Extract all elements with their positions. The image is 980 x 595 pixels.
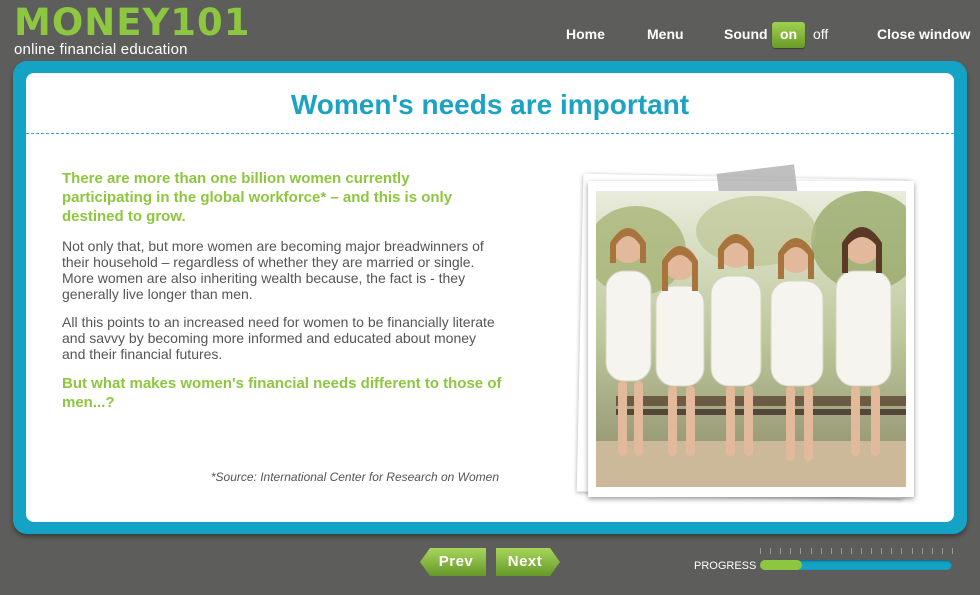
progress-tick (810, 548, 812, 554)
content-frame: Women's needs are important There are mo… (13, 61, 967, 534)
progress-tick (800, 548, 802, 554)
page-title: Women's needs are important (290, 89, 690, 120)
body-paragraph-2: All this points to an increased need for… (62, 314, 495, 362)
progress-tick (830, 548, 832, 554)
progress-label: PROGRESS (694, 560, 757, 572)
home-link[interactable]: Home (566, 26, 605, 42)
progress-ticks (760, 548, 953, 554)
progress-tick (850, 548, 852, 554)
content-panel: Women's needs are important There are mo… (26, 73, 954, 522)
source-note: *Source: International Center for Resear… (210, 470, 499, 484)
progress-tick (891, 548, 893, 554)
sound-label: Sound (724, 26, 768, 42)
next-button[interactable]: Next (496, 548, 560, 576)
menu-link[interactable]: Menu (647, 26, 684, 42)
progress-fill (760, 560, 803, 570)
progress-tick (911, 548, 913, 554)
progress-tick (820, 548, 822, 554)
progress-tick (840, 548, 842, 554)
progress-tick (881, 548, 883, 554)
progress-tick (780, 548, 782, 554)
progress-tick (901, 548, 903, 554)
title-divider (26, 133, 954, 134)
question-text: But what makes women's financial needs d… (62, 375, 502, 411)
progress-tick (861, 548, 863, 554)
progress-tick (941, 548, 943, 554)
progress-tick (871, 548, 873, 554)
photo-illustration (596, 191, 906, 487)
body-paragraph-1: Not only that, but more women are becomi… (62, 238, 484, 302)
progress-tick (760, 548, 761, 554)
close-window-link[interactable]: Close window (877, 26, 970, 42)
progress-tick (770, 548, 772, 554)
top-nav: Home Menu Sound off Close window (0, 22, 980, 46)
prev-button[interactable]: Prev (420, 548, 486, 576)
progress-bar (760, 560, 952, 570)
progress-tick (931, 548, 933, 554)
progress-tick (921, 548, 923, 554)
progress-tick (952, 548, 953, 554)
lead-text: There are more than one billion women cu… (62, 170, 453, 225)
sound-on-button[interactable]: on (772, 22, 805, 48)
sound-off-button[interactable]: off (813, 26, 828, 42)
progress-tick (790, 548, 792, 554)
women-group-photo (596, 191, 906, 487)
photo-card (588, 164, 914, 497)
text-column: There are more than one billion women cu… (62, 169, 502, 424)
photo-polaroid (574, 164, 914, 503)
